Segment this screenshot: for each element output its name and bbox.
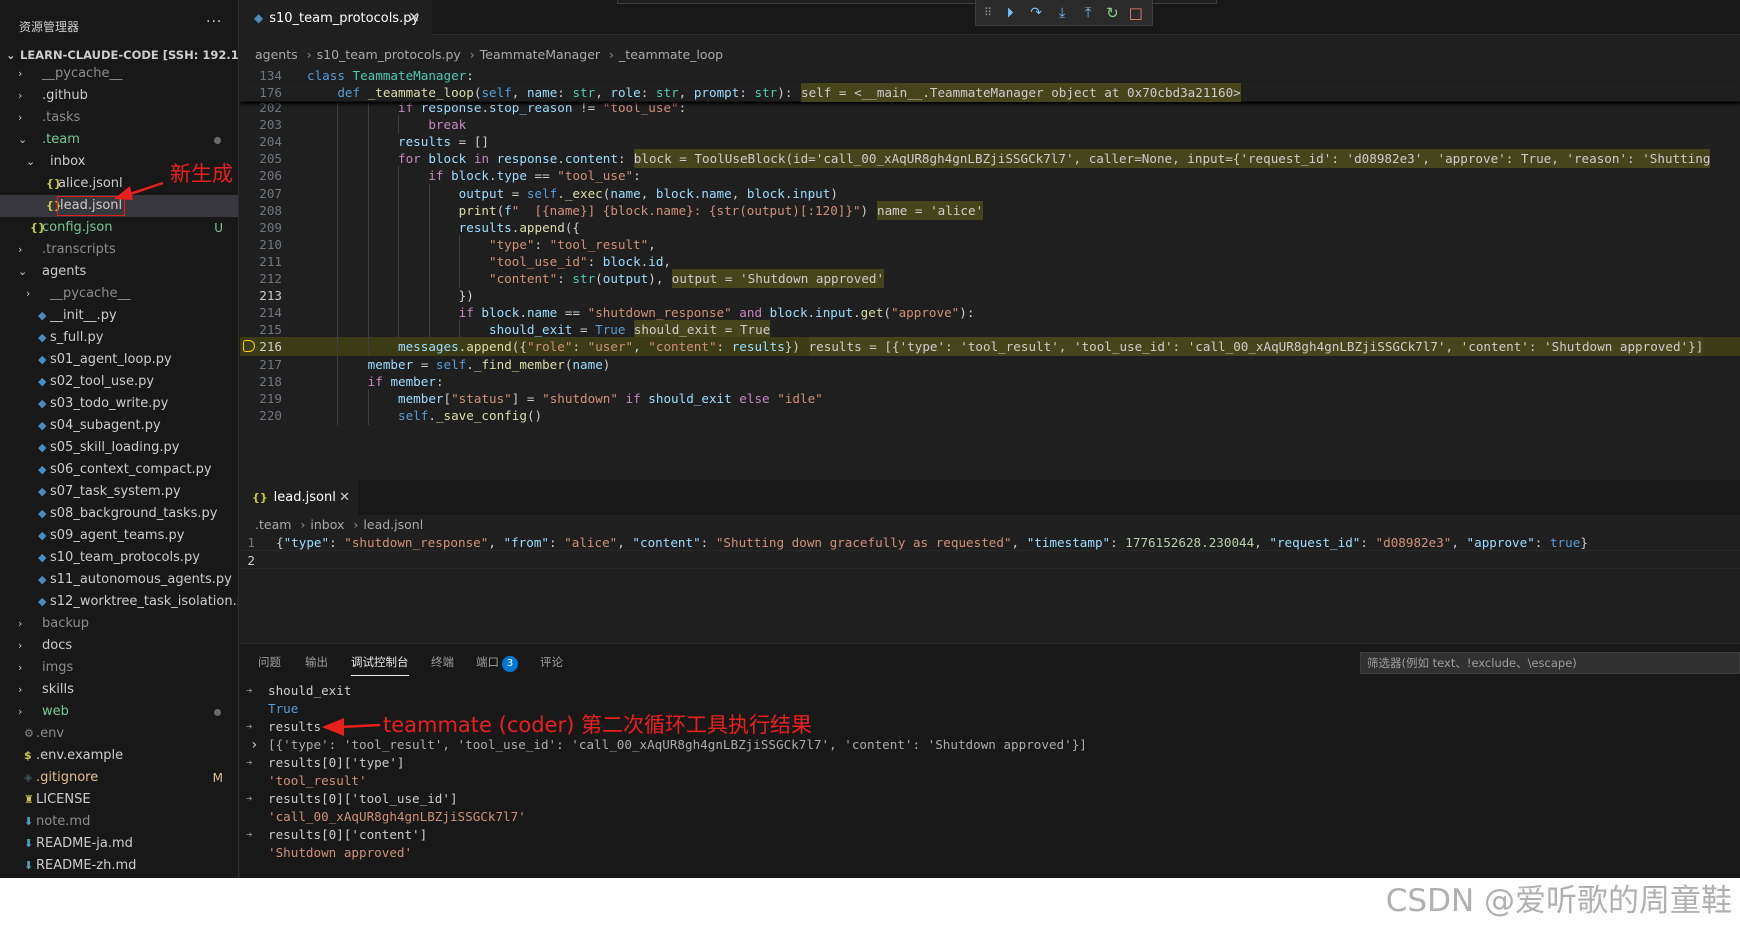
arrow-new-file	[114, 181, 164, 200]
watermark: CSDN @爱听歌的周童鞋	[1385, 883, 1732, 919]
annotation-new-file: 新生成	[170, 162, 233, 186]
arrow-results	[322, 718, 381, 736]
annotation-results-note: teammate (coder) 第二次循环工具执行结果	[383, 713, 812, 737]
annotation-arrows	[114, 181, 381, 736]
vscode-window: 资源管理器 ··· ⌄ LEARN-CLAUDE-CODE [SSH: 192.1…	[0, 0, 1740, 878]
